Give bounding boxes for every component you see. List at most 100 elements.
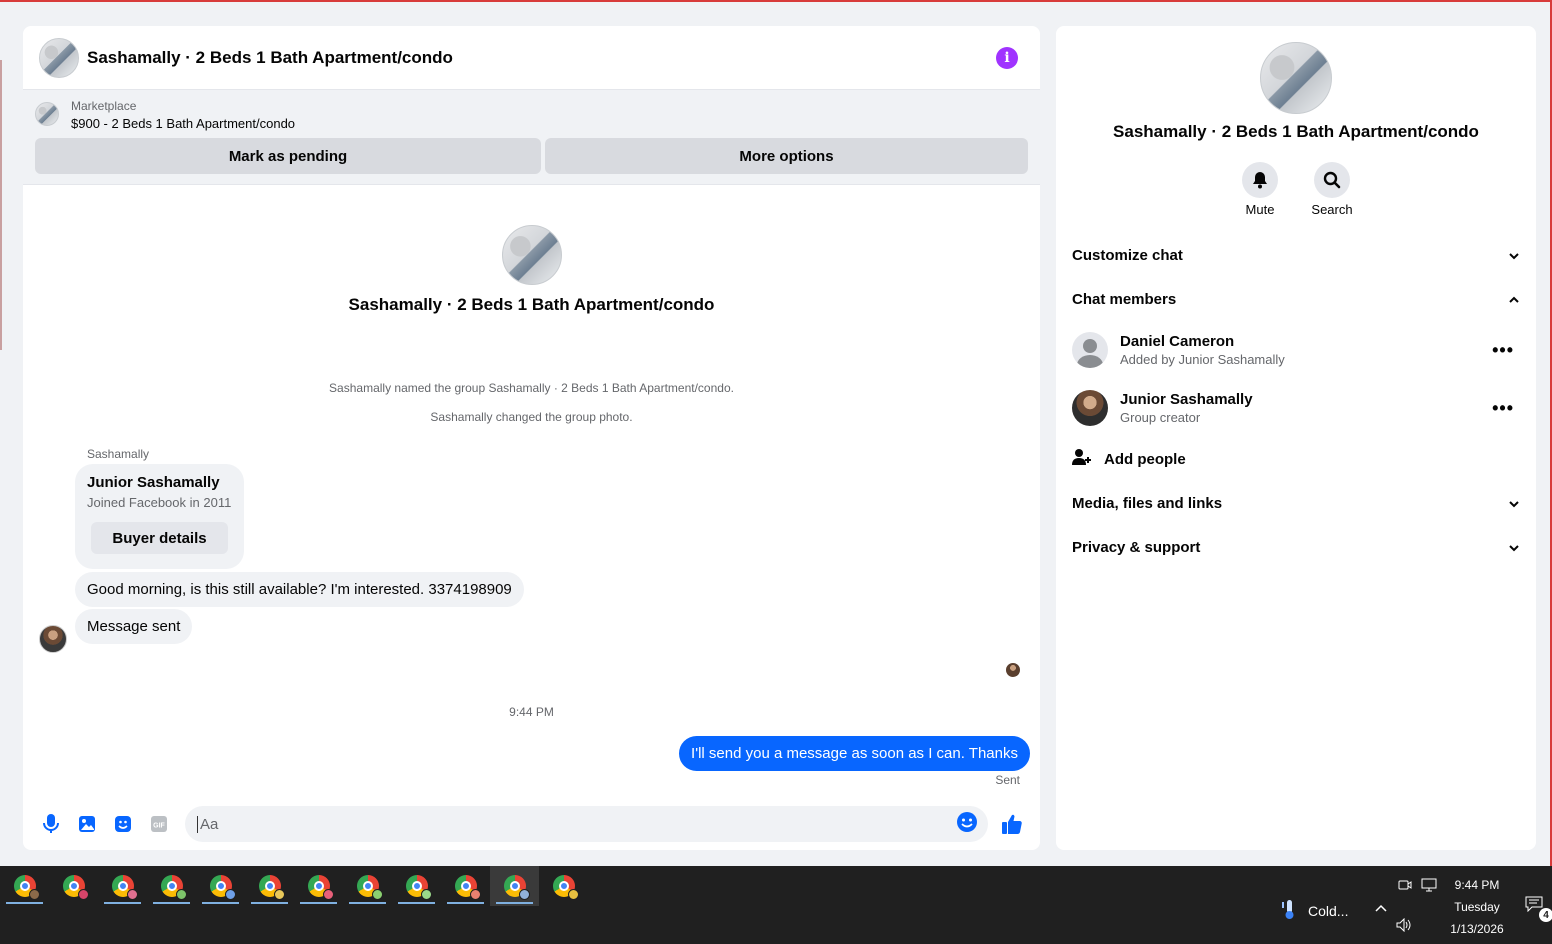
add-people-button[interactable]: Add people bbox=[1056, 437, 1536, 481]
notification-center-icon[interactable]: 4 bbox=[1525, 896, 1552, 922]
more-options-icon[interactable]: ••• bbox=[1492, 398, 1514, 419]
notification-count: 4 bbox=[1539, 908, 1552, 922]
marketplace-text: Marketplace $900 - 2 Beds 1 Bath Apartme… bbox=[71, 98, 295, 134]
more-options-button[interactable]: More options bbox=[545, 138, 1028, 174]
volume-icon[interactable] bbox=[1396, 917, 1412, 937]
weather-widget[interactable]: Cold... bbox=[1280, 898, 1348, 923]
buyer-name: Junior Sashamally bbox=[87, 474, 220, 491]
taskbar-chrome-icon[interactable] bbox=[392, 866, 441, 906]
info-icon[interactable]: i bbox=[996, 46, 1018, 69]
taskbar-apps bbox=[0, 866, 588, 906]
media-files-label: Media, files and links bbox=[1072, 494, 1223, 512]
sticker-icon[interactable] bbox=[105, 806, 141, 842]
message-timestamp: 9:44 PM bbox=[509, 705, 554, 719]
buyer-joined: Joined Facebook in 2011 bbox=[87, 495, 232, 510]
marketplace-bar: Marketplace $900 - 2 Beds 1 Bath Apartme… bbox=[23, 90, 1040, 185]
taskbar-chrome-icon[interactable] bbox=[147, 866, 196, 906]
customize-chat-label: Customize chat bbox=[1072, 246, 1183, 264]
privacy-support-section[interactable]: Privacy & support bbox=[1056, 525, 1536, 569]
message-composer: GIF bbox=[23, 798, 1040, 850]
marketplace-label: Marketplace bbox=[71, 99, 137, 113]
message-input-wrapper bbox=[185, 806, 988, 842]
taskbar-chrome-icon[interactable] bbox=[49, 866, 98, 906]
image-icon[interactable] bbox=[69, 806, 105, 842]
taskbar-chrome-icon[interactable] bbox=[539, 866, 588, 906]
chevron-down-icon bbox=[1508, 495, 1520, 512]
member-item[interactable]: Junior Sashamally Group creator ••• bbox=[1056, 379, 1536, 437]
read-receipt-avatar bbox=[1006, 663, 1020, 677]
clock-date: 1/13/2026 bbox=[1450, 922, 1504, 936]
thread-intro: Sashamally · 2 Beds 1 Bath Apartment/con… bbox=[23, 225, 1040, 315]
taskbar-chrome-icon[interactable] bbox=[245, 866, 294, 906]
search-icon[interactable] bbox=[1314, 162, 1350, 198]
network-icon[interactable] bbox=[1421, 878, 1437, 897]
search-action[interactable]: Search bbox=[1311, 162, 1353, 217]
taskbar-chrome-icon[interactable] bbox=[294, 866, 343, 906]
listing-title: $900 - 2 Beds 1 Bath Apartment/condo bbox=[71, 116, 296, 131]
add-people-label: Add people bbox=[1104, 450, 1186, 468]
taskbar-chrome-icon[interactable] bbox=[0, 866, 49, 906]
message-bubble-incoming[interactable]: Good morning, is this still available? I… bbox=[75, 572, 524, 607]
member-subtitle: Group creator bbox=[1120, 410, 1201, 425]
message-bubble-outgoing[interactable]: I'll send you a message as soon as I can… bbox=[679, 736, 1030, 771]
thermometer-icon bbox=[1280, 898, 1298, 923]
member-text: Daniel Cameron Added by Junior Sashamall… bbox=[1120, 333, 1492, 367]
taskbar-chrome-icon-active[interactable] bbox=[490, 866, 539, 906]
message-bubble-incoming[interactable]: Message sent bbox=[75, 609, 193, 644]
mark-as-pending-button[interactable]: Mark as pending bbox=[35, 138, 541, 174]
sender-name: Sashamally bbox=[87, 447, 150, 461]
details-group-avatar[interactable] bbox=[1260, 42, 1332, 114]
marketplace-actions: Mark as pending More options bbox=[35, 138, 1028, 174]
taskbar-chrome-icon[interactable] bbox=[196, 866, 245, 906]
member-item[interactable]: Daniel Cameron Added by Junior Sashamall… bbox=[1056, 321, 1536, 379]
chat-members-label: Chat members bbox=[1072, 290, 1177, 308]
chat-details-panel: Sashamally · 2 Beds 1 Bath Apartment/con… bbox=[1056, 26, 1536, 850]
details-actions: Mute Search bbox=[1056, 162, 1536, 217]
mute-action[interactable]: Mute bbox=[1242, 162, 1278, 217]
emoji-icon[interactable] bbox=[956, 811, 978, 838]
taskbar-chrome-icon[interactable] bbox=[441, 866, 490, 906]
chat-members-section[interactable]: Chat members bbox=[1056, 277, 1536, 321]
weather-text: Cold... bbox=[1308, 902, 1349, 919]
microphone-icon[interactable] bbox=[33, 806, 69, 842]
member-name: Daniel Cameron bbox=[1120, 333, 1235, 350]
buyer-card: Junior Sashamally Joined Facebook in 201… bbox=[75, 464, 244, 569]
clock-time: 9:44 PM bbox=[1454, 878, 1500, 892]
gif-label: GIF bbox=[153, 823, 165, 830]
add-person-icon bbox=[1072, 448, 1092, 470]
customize-chat-section[interactable]: Customize chat bbox=[1056, 233, 1536, 277]
chevron-down-icon bbox=[1508, 539, 1520, 556]
chat-title[interactable]: Sashamally · 2 Beds 1 Bath Apartment/con… bbox=[87, 48, 996, 68]
privacy-support-label: Privacy & support bbox=[1072, 538, 1201, 556]
intro-name: Sashamally · 2 Beds 1 Bath Apartment/con… bbox=[348, 295, 715, 314]
media-files-section[interactable]: Media, files and links bbox=[1056, 481, 1536, 525]
window-border-left bbox=[0, 60, 2, 350]
avatar bbox=[1072, 332, 1108, 368]
system-message: Sashamally changed the group photo. bbox=[430, 410, 633, 424]
message-input[interactable] bbox=[197, 815, 956, 833]
details-title: Sashamally · 2 Beds 1 Bath Apartment/con… bbox=[1113, 122, 1479, 141]
mute-label: Mute bbox=[1245, 202, 1275, 217]
chat-header: Sashamally · 2 Beds 1 Bath Apartment/con… bbox=[23, 26, 1040, 90]
system-message: Sashamally named the group Sashamally · … bbox=[329, 381, 734, 395]
bell-icon[interactable] bbox=[1242, 162, 1278, 198]
group-avatar[interactable] bbox=[39, 37, 79, 78]
sender-avatar[interactable] bbox=[39, 625, 67, 653]
listing-thumbnail bbox=[35, 102, 59, 126]
marketplace-listing[interactable]: Marketplace $900 - 2 Beds 1 Bath Apartme… bbox=[35, 98, 1028, 134]
meet-now-icon[interactable] bbox=[1398, 878, 1412, 897]
message-thread: Sashamally · 2 Beds 1 Bath Apartment/con… bbox=[23, 185, 1040, 797]
windows-taskbar: Cold... 9:44 PM Tuesday 1/13/2026 4 bbox=[0, 866, 1552, 944]
chevron-up-icon bbox=[1508, 291, 1520, 308]
system-clock[interactable]: 9:44 PM Tuesday 1/13/2026 bbox=[1440, 874, 1514, 940]
taskbar-chrome-icon[interactable] bbox=[98, 866, 147, 906]
thumbs-up-icon[interactable] bbox=[994, 806, 1030, 842]
chat-panel: Sashamally · 2 Beds 1 Bath Apartment/con… bbox=[23, 26, 1040, 850]
buyer-details-button[interactable]: Buyer details bbox=[91, 522, 228, 554]
window-border-top bbox=[0, 0, 1552, 2]
gif-icon[interactable]: GIF bbox=[141, 806, 177, 842]
more-options-icon[interactable]: ••• bbox=[1492, 340, 1514, 361]
taskbar-chrome-icon[interactable] bbox=[343, 866, 392, 906]
show-hidden-icons-chevron[interactable] bbox=[1374, 900, 1388, 918]
message-status: Sent bbox=[995, 773, 1020, 787]
